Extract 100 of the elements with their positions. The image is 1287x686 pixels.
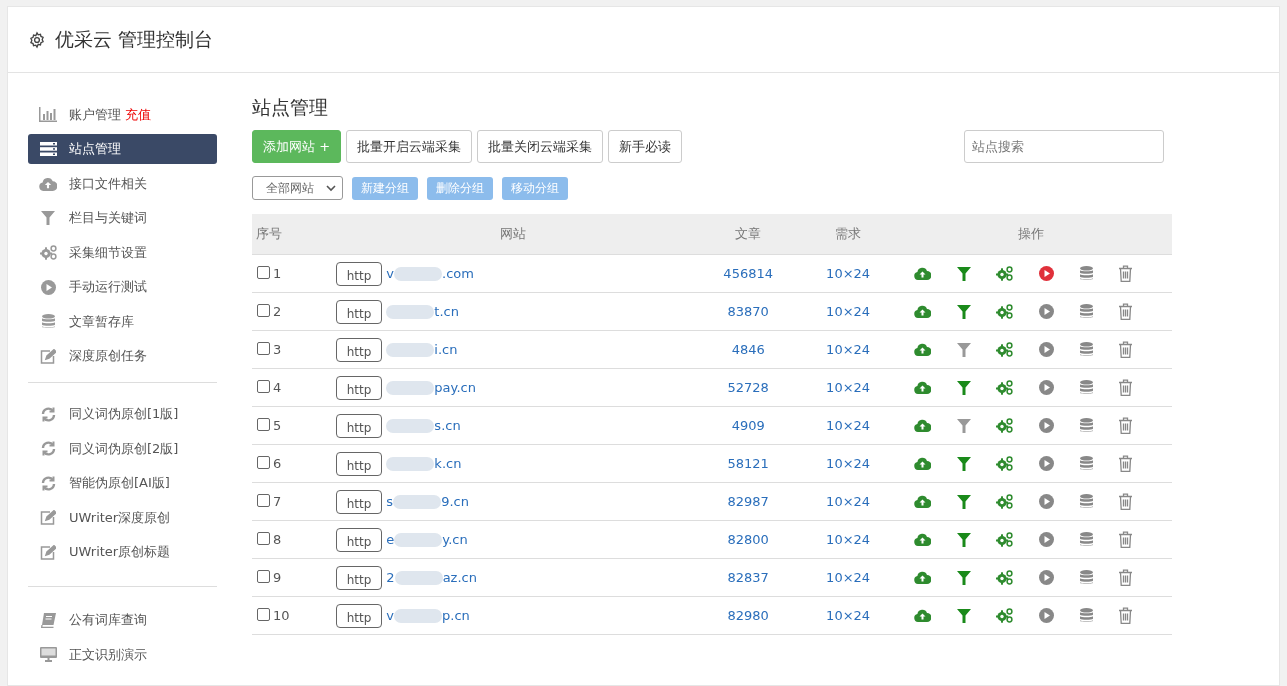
- recharge-link[interactable]: 充值: [125, 105, 151, 124]
- sidebar-item[interactable]: UWriter深度原创: [28, 502, 217, 533]
- sidebar-item[interactable]: 深度原创任务: [28, 341, 217, 371]
- database-icon[interactable]: [1079, 304, 1093, 319]
- filter-icon[interactable]: [956, 456, 971, 471]
- cloud-upload-icon[interactable]: [914, 267, 931, 280]
- sidebar-item[interactable]: 同义词伪原创[1版]: [28, 399, 217, 429]
- filter-icon[interactable]: [956, 570, 971, 585]
- row-checkbox[interactable]: [257, 418, 270, 431]
- sidebar-item[interactable]: 正文识别演示: [28, 639, 217, 670]
- play-icon[interactable]: [1038, 304, 1054, 319]
- gears-icon[interactable]: [996, 494, 1014, 509]
- sidebar-item[interactable]: 接口文件相关: [28, 168, 217, 199]
- play-icon[interactable]: [1038, 494, 1054, 509]
- trash-icon[interactable]: [1118, 341, 1134, 358]
- gears-icon[interactable]: [996, 608, 1014, 623]
- toolbar-button[interactable]: 批量关闭云端采集: [477, 130, 604, 163]
- protocol-button[interactable]: http: [335, 261, 383, 286]
- filter-icon[interactable]: [956, 266, 971, 281]
- sidebar-item[interactable]: 同义词伪原创[2版]: [28, 433, 217, 464]
- row-checkbox[interactable]: [257, 532, 270, 545]
- database-icon[interactable]: [1079, 380, 1093, 395]
- protocol-button[interactable]: http: [335, 299, 383, 324]
- play-icon[interactable]: [1038, 266, 1054, 281]
- sidebar-item[interactable]: 采集细节设置: [28, 237, 217, 268]
- filter-icon[interactable]: [956, 608, 971, 623]
- group-select[interactable]: 全部网站: [252, 176, 343, 200]
- filter-icon[interactable]: [956, 304, 971, 319]
- row-checkbox[interactable]: [257, 608, 270, 621]
- database-icon[interactable]: [1079, 342, 1093, 357]
- filter-icon[interactable]: [956, 380, 971, 395]
- sidebar-item[interactable]: 站点管理: [28, 134, 217, 164]
- database-icon[interactable]: [1079, 266, 1093, 281]
- protocol-button[interactable]: http: [335, 413, 383, 438]
- sidebar-item[interactable]: UWriter原创标题: [28, 537, 217, 567]
- filter-icon[interactable]: [956, 418, 971, 433]
- toolbar-button[interactable]: 批量开启云端采集: [346, 130, 473, 163]
- protocol-button[interactable]: http: [335, 527, 383, 552]
- database-icon[interactable]: [1079, 494, 1093, 509]
- trash-icon[interactable]: [1118, 493, 1134, 510]
- row-checkbox[interactable]: [257, 304, 270, 317]
- cloud-upload-icon[interactable]: [914, 381, 931, 394]
- trash-icon[interactable]: [1118, 379, 1134, 396]
- toolbar-button[interactable]: 新手必读: [608, 130, 683, 163]
- gears-icon[interactable]: [996, 456, 1014, 471]
- sidebar-item[interactable]: 文章暂存库: [28, 306, 217, 337]
- row-checkbox[interactable]: [257, 266, 270, 279]
- trash-icon[interactable]: [1118, 569, 1134, 586]
- row-checkbox[interactable]: [257, 456, 270, 469]
- play-icon[interactable]: [1038, 456, 1054, 471]
- search-field[interactable]: 站点搜索: [964, 130, 1164, 163]
- cloud-upload-icon[interactable]: [914, 457, 931, 470]
- database-icon[interactable]: [1079, 570, 1093, 585]
- database-icon[interactable]: [1079, 532, 1093, 547]
- database-icon[interactable]: [1079, 608, 1093, 623]
- sidebar-item[interactable]: 手动运行测试: [28, 272, 217, 302]
- row-checkbox[interactable]: [257, 380, 270, 393]
- filter-icon[interactable]: [956, 342, 971, 357]
- trash-icon[interactable]: [1118, 607, 1134, 624]
- play-icon[interactable]: [1038, 342, 1054, 357]
- cloud-upload-icon[interactable]: [914, 609, 931, 622]
- trash-icon[interactable]: [1118, 455, 1134, 472]
- play-icon[interactable]: [1038, 532, 1054, 547]
- gears-icon[interactable]: [996, 342, 1014, 357]
- protocol-button[interactable]: http: [335, 451, 383, 476]
- play-icon[interactable]: [1038, 570, 1054, 585]
- play-icon[interactable]: [1038, 380, 1054, 395]
- play-icon[interactable]: [1038, 608, 1054, 623]
- gears-icon[interactable]: [996, 380, 1014, 395]
- database-icon[interactable]: [1079, 418, 1093, 433]
- trash-icon[interactable]: [1118, 531, 1134, 548]
- gears-icon[interactable]: [996, 418, 1014, 433]
- cloud-upload-icon[interactable]: [914, 305, 931, 318]
- row-checkbox[interactable]: [257, 342, 270, 355]
- cloud-upload-icon[interactable]: [914, 571, 931, 584]
- sidebar-item[interactable]: 栏目与关键词: [28, 203, 217, 233]
- protocol-button[interactable]: http: [335, 565, 383, 590]
- trash-icon[interactable]: [1118, 265, 1134, 282]
- trash-icon[interactable]: [1118, 303, 1134, 320]
- cloud-upload-icon[interactable]: [914, 343, 931, 356]
- gears-icon[interactable]: [996, 304, 1014, 319]
- filter-icon[interactable]: [956, 532, 971, 547]
- protocol-button[interactable]: http: [335, 603, 383, 628]
- play-icon[interactable]: [1038, 418, 1054, 433]
- protocol-button[interactable]: http: [335, 489, 383, 514]
- database-icon[interactable]: [1079, 456, 1093, 471]
- sidebar-item[interactable]: 公有词库查询: [28, 605, 217, 635]
- filter-icon[interactable]: [956, 494, 971, 509]
- protocol-button[interactable]: http: [335, 375, 383, 400]
- sidebar-item[interactable]: 智能伪原创[AI版]: [28, 468, 217, 498]
- row-checkbox[interactable]: [257, 494, 270, 507]
- gears-icon[interactable]: [996, 532, 1014, 547]
- gears-icon[interactable]: [996, 266, 1014, 281]
- cloud-upload-icon[interactable]: [914, 495, 931, 508]
- cloud-upload-icon[interactable]: [914, 533, 931, 546]
- trash-icon[interactable]: [1118, 417, 1134, 434]
- cloud-upload-icon[interactable]: [914, 419, 931, 432]
- protocol-button[interactable]: http: [335, 337, 383, 362]
- row-checkbox[interactable]: [257, 570, 270, 583]
- gears-icon[interactable]: [996, 570, 1014, 585]
